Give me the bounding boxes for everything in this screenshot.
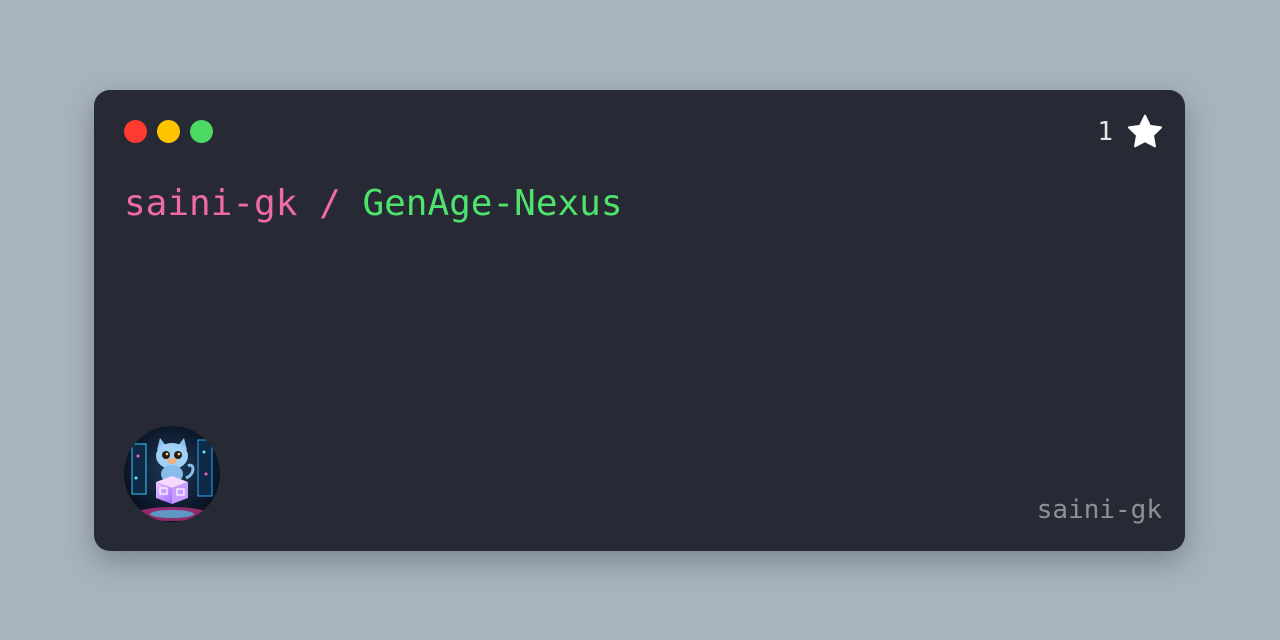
username[interactable]: saini-gk xyxy=(1037,494,1162,526)
avatar[interactable] xyxy=(124,426,220,522)
repo-title[interactable]: saini-gk / GenAge-Nexus xyxy=(124,182,623,226)
star-counter[interactable]: 1 xyxy=(1097,112,1165,152)
repo-card: 1 saini-gk / GenAge-Nexus saini-gk xyxy=(94,90,1185,551)
maximize-dot xyxy=(190,120,213,143)
repo-name[interactable]: GenAge-Nexus xyxy=(362,183,622,224)
star-count: 1 xyxy=(1097,117,1113,147)
repo-owner[interactable]: saini-gk xyxy=(124,183,297,224)
repo-separator: / xyxy=(319,183,363,224)
window-controls xyxy=(124,120,213,143)
cyber-cat-avatar-icon xyxy=(124,426,220,522)
minimize-dot xyxy=(157,120,180,143)
star-icon xyxy=(1125,112,1165,152)
close-dot xyxy=(124,120,147,143)
